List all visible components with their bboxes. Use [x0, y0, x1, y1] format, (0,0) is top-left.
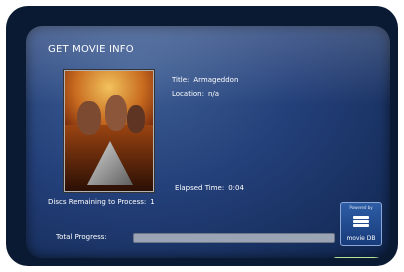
elapsed-value: 0:04 — [228, 184, 244, 192]
dialog-title: GET MOVIE INFO — [48, 44, 134, 55]
location-value: n/a — [207, 90, 220, 98]
total-progress-label: Total Progress: — [56, 233, 107, 241]
total-progress-bar — [133, 233, 335, 243]
movie-poster-image — [64, 70, 154, 192]
poster-figure-3 — [127, 105, 145, 133]
discs-remaining-field: Discs Remaining to Process: 1 — [48, 198, 155, 206]
discs-remaining-label: Discs Remaining to Process: — [48, 198, 147, 206]
logo-name: movie DB — [346, 235, 376, 242]
device-frame: GET MOVIE INFO Title: Armageddon Locatio… — [6, 6, 398, 266]
title-value: Armageddon — [193, 76, 239, 84]
logo-tagline: Powered by — [349, 205, 373, 210]
location-field: Location: n/a — [172, 90, 219, 98]
elapsed-label: Elapsed Time: — [175, 184, 225, 192]
poster-figure-1 — [77, 101, 101, 135]
elapsed-time-field: Elapsed Time: 0:04 — [175, 184, 244, 192]
stacked-discs-icon — [353, 215, 369, 231]
cancel-button[interactable]: cancel — [330, 257, 390, 258]
discs-remaining-value: 1 — [150, 198, 155, 206]
movie-info-dialog: GET MOVIE INFO Title: Armageddon Locatio… — [26, 26, 390, 258]
title-field: Title: Armageddon — [172, 76, 238, 84]
location-label: Location: — [172, 90, 204, 98]
moviedb-logo: Powered by movie DB — [340, 202, 382, 246]
poster-figure-2 — [105, 95, 127, 131]
poster-shuttle — [87, 141, 133, 185]
title-label: Title: — [172, 76, 190, 84]
